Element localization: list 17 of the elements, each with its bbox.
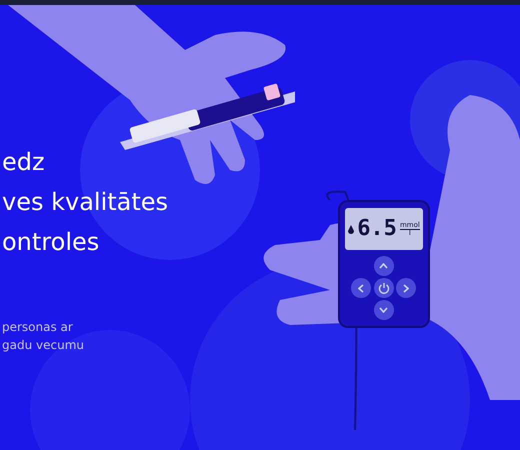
left-button[interactable] xyxy=(351,278,371,298)
hero-heading-line: ves kvalitātes xyxy=(2,187,168,218)
power-icon xyxy=(378,282,390,294)
right-button[interactable] xyxy=(396,278,416,298)
drop-icon xyxy=(348,224,354,234)
hero-heading-line: edz xyxy=(2,147,46,178)
chevron-right-icon xyxy=(403,284,410,292)
up-button[interactable] xyxy=(374,256,394,276)
hero-heading-line: ontroles xyxy=(2,227,100,258)
hero-subtitle-line: personas ar xyxy=(2,319,74,336)
down-button[interactable] xyxy=(374,300,394,320)
chevron-left-icon xyxy=(358,284,364,292)
chevron-down-icon xyxy=(379,307,388,313)
hero-subtitle-line: gadu vecumu xyxy=(2,337,84,354)
chevron-up-icon xyxy=(379,263,388,269)
power-button[interactable] xyxy=(374,278,394,298)
glucose-reading: 6.5 xyxy=(357,218,397,240)
